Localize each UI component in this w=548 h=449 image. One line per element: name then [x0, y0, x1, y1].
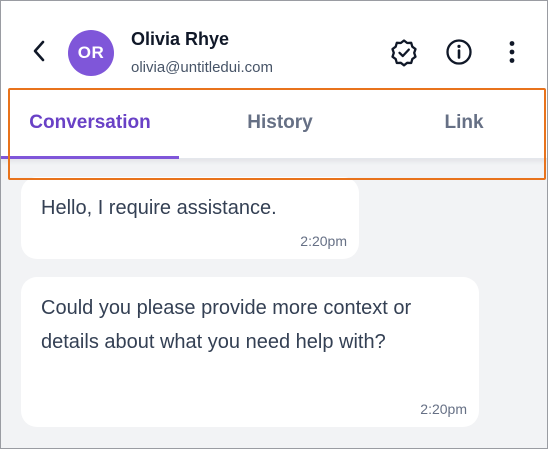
- message-bubble: Hello, I require assistance. 2:20pm: [21, 177, 359, 259]
- chat-header: OR Olivia Rhye olivia@untitledui.com: [1, 1, 547, 87]
- message-time: 2:20pm: [300, 233, 347, 249]
- back-button[interactable]: [25, 37, 53, 69]
- tab-conversation[interactable]: Conversation: [1, 87, 179, 159]
- message-list[interactable]: Hello, I require assistance. 2:20pm Coul…: [1, 159, 547, 448]
- info-button[interactable]: [444, 37, 474, 72]
- info-icon: [444, 37, 474, 72]
- contact-email: olivia@untitledui.com: [131, 59, 273, 76]
- more-options-button[interactable]: [497, 39, 527, 69]
- tab-bar: Conversation History Link: [1, 87, 547, 159]
- verified-badge-icon: [389, 37, 419, 72]
- tab-link[interactable]: Link: [381, 87, 547, 158]
- message-time: 2:20pm: [420, 401, 467, 417]
- message-text: Hello, I require assistance.: [41, 197, 277, 219]
- avatar-initials: OR: [77, 43, 105, 62]
- message-text: Could you please provide more context or…: [41, 297, 412, 353]
- verified-button[interactable]: [389, 37, 419, 72]
- tab-history[interactable]: History: [179, 87, 381, 158]
- contact-name: Olivia Rhye: [131, 29, 230, 49]
- message-bubble: Could you please provide more context or…: [21, 277, 479, 427]
- chat-panel: OR Olivia Rhye olivia@untitledui.com Con…: [0, 0, 548, 449]
- more-vertical-icon: [497, 37, 527, 72]
- chevron-left-icon: [32, 40, 46, 67]
- avatar: OR: [68, 30, 114, 76]
